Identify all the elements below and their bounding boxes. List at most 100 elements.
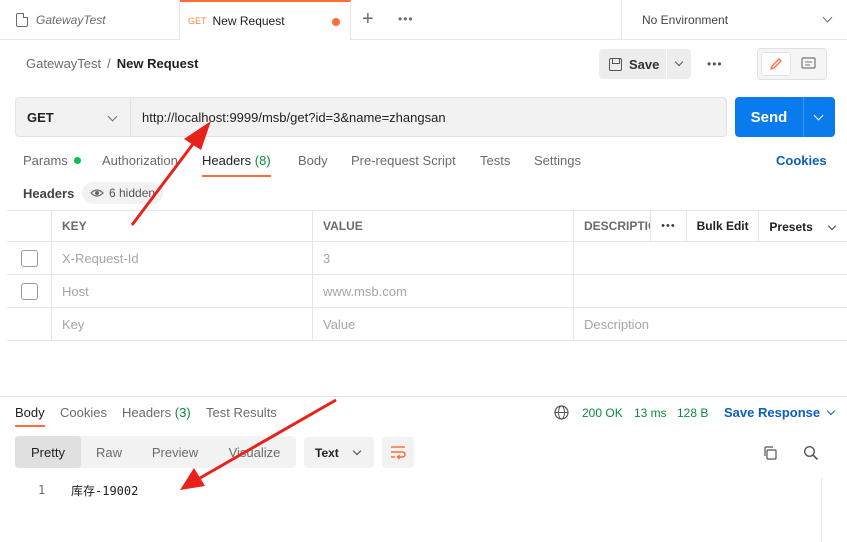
tab-collection[interactable]: GatewayTest (0, 0, 180, 40)
response-headers-count: (3) (174, 405, 191, 420)
format-value: Text (315, 445, 339, 460)
chevron-down-icon (107, 111, 118, 122)
save-label: Save (629, 56, 660, 72)
save-response-dropdown[interactable]: Save Response (724, 405, 836, 420)
environment-selector[interactable]: No Environment (621, 0, 847, 40)
tab-settings[interactable]: Settings (534, 153, 581, 177)
response-tab-body-label: Body (15, 405, 45, 420)
view-visualize[interactable]: Visualize (213, 436, 296, 468)
breadcrumb-collection[interactable]: GatewayTest (26, 56, 101, 71)
presets-dropdown[interactable]: Presets (759, 220, 847, 234)
response-tab-test-results[interactable]: Test Results (206, 405, 277, 427)
globe-icon[interactable] (554, 405, 569, 420)
tab-bar: GatewayTest GET New Request + ••• No Env… (0, 0, 847, 40)
more-actions-ellipsis-icon[interactable]: ••• (707, 57, 723, 71)
tab-headers-count: (8) (254, 153, 271, 168)
table-tools: ••• Bulk Edit Presets (650, 211, 847, 242)
format-select[interactable]: Text (304, 437, 374, 468)
tab-settings-label: Settings (534, 153, 581, 168)
url-input[interactable]: http://localhost:9999/msb/get?id=3&name=… (131, 97, 727, 137)
row-checkbox[interactable] (20, 282, 38, 300)
tab-pre-request-label: Pre-request Script (351, 153, 456, 168)
method-select[interactable]: GET (15, 97, 131, 137)
bulk-edit-button[interactable]: Bulk Edit (687, 211, 760, 242)
tab-params-label: Params (23, 153, 68, 168)
tab-headers[interactable]: Headers (8) (202, 153, 271, 177)
view-raw[interactable]: Raw (81, 436, 137, 468)
search-icon[interactable] (803, 445, 819, 461)
document-icon (16, 13, 28, 27)
header-check-column (7, 211, 52, 241)
response-tab-body[interactable]: Body (15, 405, 45, 427)
response-size[interactable]: 128 B (677, 406, 708, 420)
response-tab-cookies-label: Cookies (60, 405, 107, 420)
environment-label: No Environment (642, 13, 729, 27)
unsaved-dot-icon (332, 18, 340, 26)
header-key-cell[interactable]: X-Request-Id (52, 242, 313, 274)
chevron-down-icon (826, 406, 836, 416)
response-tab-headers[interactable]: Headers (3) (122, 405, 191, 427)
column-description: DESCRIPTION (584, 219, 650, 233)
breadcrumb-request[interactable]: New Request (117, 56, 199, 71)
send-button[interactable]: Send (735, 97, 835, 137)
new-value-input[interactable]: Value (313, 308, 574, 340)
tab-params[interactable]: Params (23, 153, 81, 177)
header-value-cell[interactable]: www.msb.com (313, 275, 574, 307)
header-value: www.msb.com (323, 283, 407, 299)
new-description-input[interactable]: Description (574, 308, 847, 340)
response-body-editor[interactable]: 1 库存-19002 (0, 478, 821, 542)
comment-icon (801, 57, 816, 69)
method-value: GET (27, 109, 54, 125)
response-body-text: 库存-19002 (71, 484, 139, 498)
headers-section-label: Headers (23, 186, 75, 201)
header-key: Host (62, 283, 89, 299)
header-description-cell[interactable] (574, 275, 847, 307)
save-response-label: Save Response (724, 405, 821, 420)
breadcrumb: GatewayTest / New Request (26, 56, 198, 71)
tab-request-title: New Request (212, 14, 285, 28)
tab-tests[interactable]: Tests (480, 153, 510, 177)
table-more-ellipsis-icon[interactable]: ••• (651, 211, 687, 242)
hidden-headers-toggle[interactable]: 6 hidden (82, 182, 164, 204)
url-value: http://localhost:9999/msb/get?id=3&name=… (142, 109, 446, 125)
response-time[interactable]: 13 ms (634, 406, 667, 420)
tab-new-request[interactable]: GET New Request (180, 0, 351, 40)
send-label: Send (750, 108, 788, 126)
header-description-cell[interactable] (574, 242, 847, 274)
save-disk-icon (609, 57, 622, 71)
cookies-link[interactable]: Cookies (776, 153, 827, 168)
new-tab-plus-icon[interactable]: + (362, 9, 374, 29)
response-tab-cookies[interactable]: Cookies (60, 405, 107, 427)
save-dropdown-chevron-icon[interactable] (674, 57, 684, 67)
header-value: 3 (323, 250, 331, 266)
params-active-dot-icon (73, 157, 81, 164)
row-checkbox-cell (7, 308, 52, 340)
view-pretty[interactable]: Pretty (15, 436, 81, 468)
tab-authorization[interactable]: Authorization (102, 153, 178, 177)
copy-icon[interactable] (762, 445, 778, 461)
wrap-lines-button[interactable] (382, 437, 414, 468)
status-code[interactable]: 200 OK (582, 406, 623, 420)
more-tabs-ellipsis-icon[interactable]: ••• (398, 12, 414, 26)
column-key: KEY (52, 211, 313, 241)
chevron-down-icon (827, 221, 837, 230)
tab-headers-label: Headers (202, 153, 252, 168)
vertical-scrollbar[interactable] (821, 478, 835, 542)
view-mode-toggle[interactable] (757, 48, 827, 80)
edit-mode-button[interactable] (761, 52, 791, 76)
response-divider[interactable] (0, 396, 847, 397)
header-value-cell[interactable]: 3 (313, 242, 574, 274)
breadcrumb-separator: / (107, 56, 111, 71)
header-key-cell[interactable]: Host (52, 275, 313, 307)
save-button[interactable]: Save (599, 49, 691, 79)
row-checkbox[interactable] (20, 249, 38, 267)
tab-body[interactable]: Body (298, 153, 328, 177)
response-tab-headers-label: Headers (122, 405, 172, 420)
new-key-input[interactable]: Key (52, 308, 313, 340)
tab-collection-label: GatewayTest (36, 13, 106, 27)
tab-pre-request-script[interactable]: Pre-request Script (351, 153, 456, 177)
tab-authorization-label: Authorization (102, 153, 178, 168)
send-split-divider (803, 97, 804, 137)
send-dropdown-chevron-icon[interactable] (813, 110, 824, 121)
view-preview[interactable]: Preview (137, 436, 213, 468)
